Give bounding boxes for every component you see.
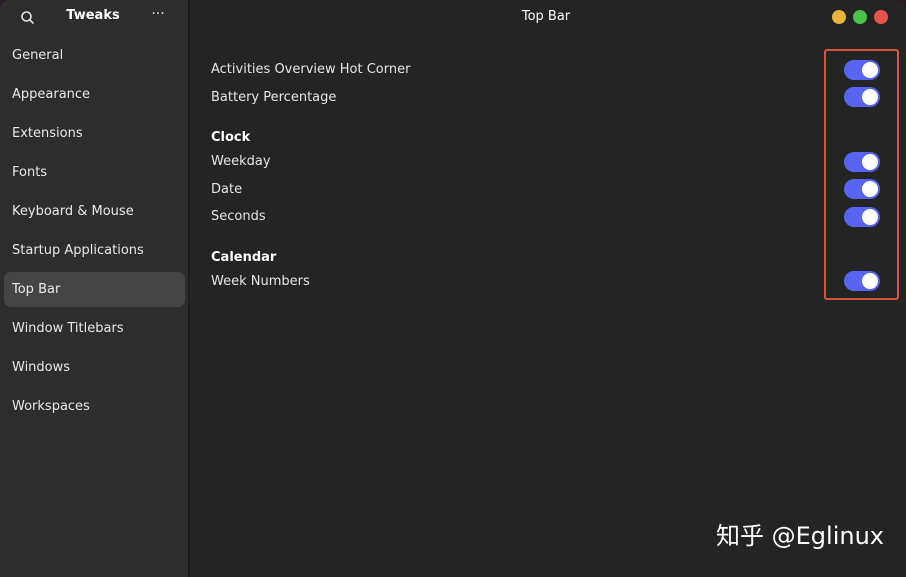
watermark-text: 知乎 @Eglinux	[716, 522, 884, 550]
minimize-button[interactable]	[832, 10, 846, 24]
sidebar-item-label: Fonts	[12, 165, 48, 180]
sidebar-item-appearance[interactable]: Appearance	[4, 77, 185, 112]
sidebar-item-label: Windows	[12, 360, 71, 375]
sidebar-item-label: Window Titlebars	[12, 321, 124, 336]
sidebar-item-extensions[interactable]: Extensions	[4, 116, 185, 151]
setting-label-battery-percentage: Battery Percentage	[211, 90, 337, 105]
setting-label-weekday: Weekday	[211, 154, 271, 169]
sidebar-item-label: General	[12, 48, 64, 63]
main-menu-button[interactable]: ···	[146, 6, 170, 26]
tweaks-window: Tweaks ··· General Appearance Extensions…	[0, 0, 906, 577]
sidebar-item-general[interactable]: General	[4, 38, 185, 73]
sidebar-nav: General Appearance Extensions Fonts Keyb…	[0, 38, 189, 428]
sidebar-item-workspaces[interactable]: Workspaces	[4, 389, 185, 424]
setting-label-hot-corner: Activities Overview Hot Corner	[211, 62, 411, 77]
setting-label-seconds: Seconds	[211, 209, 266, 224]
window-controls	[832, 10, 888, 24]
sidebar-item-label: Appearance	[12, 87, 91, 102]
search-button[interactable]	[18, 8, 38, 28]
toggle-highlight-box	[824, 49, 899, 300]
sidebar-item-keyboard-mouse[interactable]: Keyboard & Mouse	[4, 194, 185, 229]
main-panel: Top Bar Activities Overview Hot Corner B…	[190, 0, 906, 577]
app-title: Tweaks	[66, 8, 120, 23]
sidebar-item-top-bar[interactable]: Top Bar	[4, 272, 185, 307]
more-horizontal-icon: ···	[151, 6, 165, 22]
sidebar: Tweaks ··· General Appearance Extensions…	[0, 0, 189, 577]
sidebar-item-label: Startup Applications	[12, 243, 144, 258]
close-button[interactable]	[874, 10, 888, 24]
header-bar: Top Bar	[190, 0, 906, 34]
sidebar-item-window-titlebars[interactable]: Window Titlebars	[4, 311, 185, 346]
setting-label-week-numbers: Week Numbers	[211, 274, 310, 289]
search-icon	[21, 11, 34, 24]
section-heading-calendar: Calendar	[211, 250, 277, 265]
maximize-button[interactable]	[853, 10, 867, 24]
page-title: Top Bar	[521, 9, 571, 24]
setting-label-date: Date	[211, 182, 243, 197]
sidebar-item-fonts[interactable]: Fonts	[4, 155, 185, 190]
sidebar-item-startup-applications[interactable]: Startup Applications	[4, 233, 185, 268]
sidebar-item-label: Keyboard & Mouse	[12, 204, 134, 219]
sidebar-item-label: Extensions	[12, 126, 83, 141]
sidebar-item-label: Top Bar	[12, 282, 61, 297]
sidebar-item-label: Workspaces	[12, 399, 90, 414]
sidebar-item-windows[interactable]: Windows	[4, 350, 185, 385]
sidebar-header: Tweaks ···	[0, 0, 189, 34]
section-heading-clock: Clock	[211, 130, 251, 145]
